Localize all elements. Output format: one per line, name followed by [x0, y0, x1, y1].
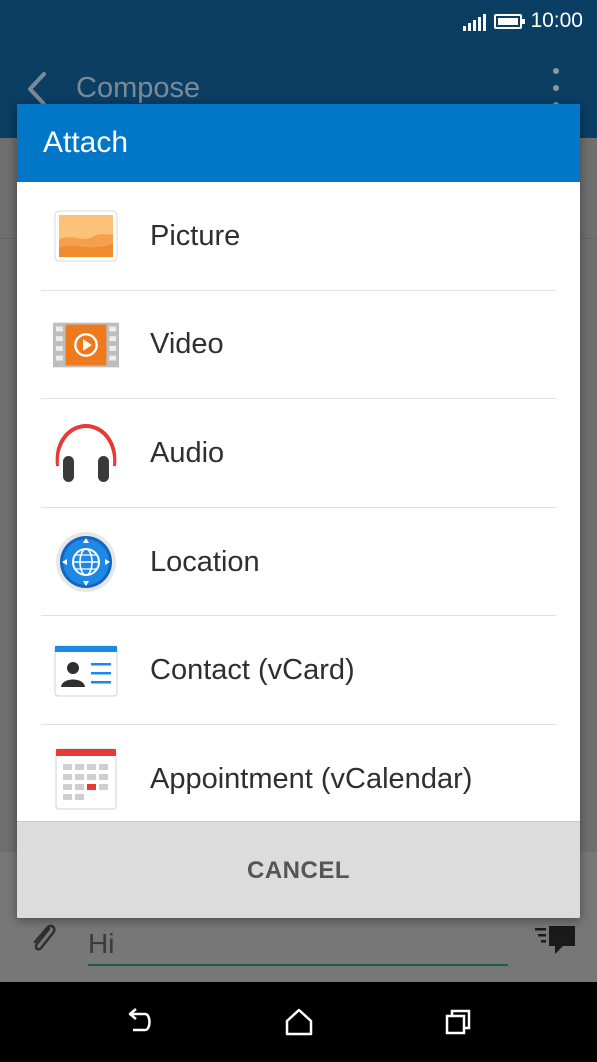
video-icon: [53, 312, 119, 378]
dialog-footer: CANCEL: [17, 821, 580, 918]
status-bar: 10:00: [0, 0, 597, 42]
home-nav-icon[interactable]: [279, 1004, 319, 1040]
option-picture[interactable]: Picture: [17, 182, 580, 291]
send-sms-icon[interactable]: [533, 924, 577, 956]
message-input[interactable]: Hi: [88, 926, 508, 966]
dialog-header: Attach: [17, 104, 580, 182]
option-label: Location: [150, 545, 260, 578]
option-label: Appointment (vCalendar): [150, 762, 473, 795]
paperclip-icon[interactable]: [26, 920, 60, 956]
cancel-button[interactable]: CANCEL: [17, 822, 580, 918]
overflow-menu-icon[interactable]: [551, 68, 561, 108]
option-label: Audio: [150, 436, 225, 469]
signal-icon: [463, 11, 487, 31]
contact-card-icon: [53, 638, 119, 704]
option-label: Picture: [150, 219, 241, 252]
option-label: Contact (vCard): [150, 654, 355, 687]
status-time: 10:00: [530, 9, 583, 32]
calendar-icon: [53, 746, 119, 812]
app-title: Compose: [76, 72, 201, 104]
option-label: Video: [150, 328, 224, 361]
recent-apps-icon[interactable]: [438, 1004, 478, 1040]
dialog-title: Attach: [43, 126, 129, 159]
option-video[interactable]: Video: [17, 291, 580, 400]
option-audio[interactable]: Audio: [17, 399, 580, 508]
back-arrow-icon[interactable]: [24, 70, 50, 108]
option-contact-vcard[interactable]: Contact (vCard): [17, 616, 580, 725]
back-nav-icon[interactable]: [119, 1004, 159, 1040]
globe-location-icon: [53, 529, 119, 595]
option-location[interactable]: Location: [17, 508, 580, 617]
navigation-bar: [0, 982, 597, 1062]
attach-options-list: Picture Video Audio Location Contact (vC…: [17, 182, 580, 821]
attach-dialog: Attach Picture Video Audio Location Cont…: [17, 104, 580, 918]
battery-icon: [494, 13, 526, 29]
headphones-icon: [53, 420, 119, 486]
picture-icon: [53, 203, 119, 269]
option-appointment-vcalendar[interactable]: Appointment (vCalendar): [17, 725, 580, 821]
